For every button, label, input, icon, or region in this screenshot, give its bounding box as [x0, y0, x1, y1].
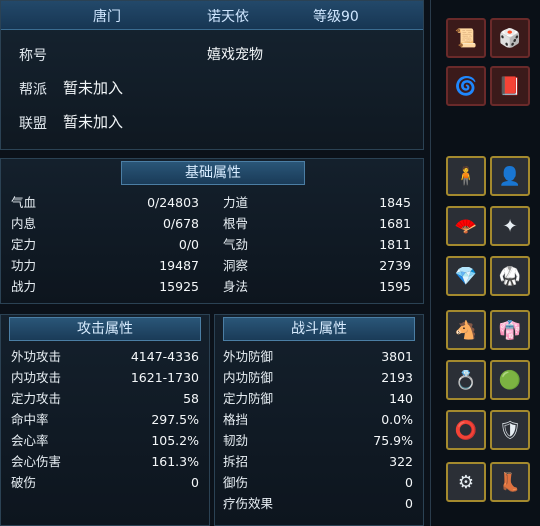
stat-row: 会心率 105.2% [11, 433, 199, 448]
equip-slot[interactable]: 👘 [490, 310, 530, 350]
dice-box-icon: 🎲 [498, 27, 522, 49]
guild-label: 帮派 [19, 82, 47, 98]
jade-icon: 🟢 [498, 369, 522, 391]
stat-row: 气劲 1811 [223, 237, 411, 252]
book-icon: 📜 [454, 27, 478, 49]
profile-panel: 唐门 诺天依 等级90 称号 嬉戏宠物 帮派 暂未加入 联盟 暂未加入 [0, 0, 424, 150]
figure-icon: 🧍 [454, 165, 478, 187]
equip-slot[interactable]: 📕 [490, 66, 530, 106]
equip-slot[interactable]: ⭕ [446, 410, 486, 450]
equip-slot[interactable]: ✦ [490, 206, 530, 246]
attack-attributes-panel: 攻击属性 外功攻击 4147-4336 内功攻击 1621-1730 定力攻击 58 … [0, 314, 210, 526]
attack-attributes-title: 攻击属性 [9, 317, 201, 341]
base-attributes-title: 基础属性 [121, 161, 305, 185]
base-attributes-panel: 基础属性 气血 0/24803 内息 0/678 定力 0/0 功力 19487 战力 1… [0, 158, 424, 304]
stat-row: 功力 19487 [11, 258, 199, 273]
ring-icon: 💍 [454, 369, 478, 391]
alliance-value: 暂未加入 [63, 113, 124, 131]
scroll-icon: 🌀 [454, 75, 478, 97]
combat-attributes-title: 战斗属性 [223, 317, 415, 341]
fan-icon: 🪭 [454, 215, 478, 237]
stat-row: 定力防御 140 [223, 391, 413, 406]
boots-icon: 👢 [498, 471, 522, 493]
stat-row: 御伤 0 [223, 475, 413, 490]
stat-row: 洞察 2739 [223, 258, 411, 273]
shoulder-icon: 🛡 [498, 419, 522, 441]
equip-slot[interactable]: 💎 [446, 256, 486, 296]
sect-name: 唐门 [93, 9, 121, 25]
tome-icon: 📕 [498, 75, 522, 97]
stat-row: 外功防御 3801 [223, 349, 413, 364]
equip-slot[interactable]: ⚙ [446, 462, 486, 502]
equip-slot[interactable]: 👢 [490, 462, 530, 502]
equip-slot[interactable]: 🐴 [446, 310, 486, 350]
stat-row: 格挡 0.0% [223, 412, 413, 427]
stat-row: 外功攻击 4147-4336 [11, 349, 199, 364]
equip-slot[interactable]: 🛡 [490, 410, 530, 450]
character-level: 等级90 [313, 9, 359, 25]
stat-row: 根骨 1681 [223, 216, 411, 231]
stat-row: 气血 0/24803 [11, 195, 199, 210]
pendant-icon: ✦ [502, 215, 518, 237]
bracelet-icon: ⭕ [454, 419, 478, 441]
guild-value: 暂未加入 [63, 79, 124, 97]
horse-icon: 🐴 [454, 319, 478, 341]
stat-row: 内功防御 2193 [223, 370, 413, 385]
equip-slot[interactable]: 🪭 [446, 206, 486, 246]
stat-row: 定力 0/0 [11, 237, 199, 252]
profile-header: 唐门 诺天依 等级90 [1, 1, 423, 30]
stat-row: 拆招 322 [223, 454, 413, 469]
hair-icon: 👤 [498, 165, 522, 187]
stat-row: 疗伤效果 0 [223, 496, 413, 511]
stat-row: 定力攻击 58 [11, 391, 199, 406]
stat-row: 破伤 0 [11, 475, 199, 490]
alliance-label: 联盟 [19, 116, 47, 132]
equip-slot[interactable]: 🎲 [490, 18, 530, 58]
belt-icon: ⚙ [457, 471, 475, 493]
stat-row: 战力 15925 [11, 279, 199, 294]
stat-row: 会心伤害 161.3% [11, 454, 199, 469]
title-value: 嬉戏宠物 [207, 47, 263, 63]
equip-slot[interactable]: 📜 [446, 18, 486, 58]
stat-row: 韧劲 75.9% [223, 433, 413, 448]
armor-icon: 🥋 [498, 265, 522, 287]
equip-slot[interactable]: 👤 [490, 156, 530, 196]
stat-row: 命中率 297.5% [11, 412, 199, 427]
equip-slot[interactable]: 🧍 [446, 156, 486, 196]
robe-icon: 👘 [498, 319, 522, 341]
equip-slot[interactable]: 🥋 [490, 256, 530, 296]
character-name: 诺天依 [207, 9, 249, 25]
equip-slot[interactable]: 💍 [446, 360, 486, 400]
stat-row: 内息 0/678 [11, 216, 199, 231]
title-label: 称号 [19, 48, 47, 64]
combat-attributes-panel: 战斗属性 外功防御 3801 内功防御 2193 定力防御 140 格挡 0.0% 韧劲… [214, 314, 424, 526]
stat-row: 内功攻击 1621-1730 [11, 370, 199, 385]
gem-icon: 💎 [454, 265, 478, 287]
equip-slot[interactable]: 🟢 [490, 360, 530, 400]
stat-row: 身法 1595 [223, 279, 411, 294]
equip-slot[interactable]: 🌀 [446, 66, 486, 106]
stat-row: 力道 1845 [223, 195, 411, 210]
